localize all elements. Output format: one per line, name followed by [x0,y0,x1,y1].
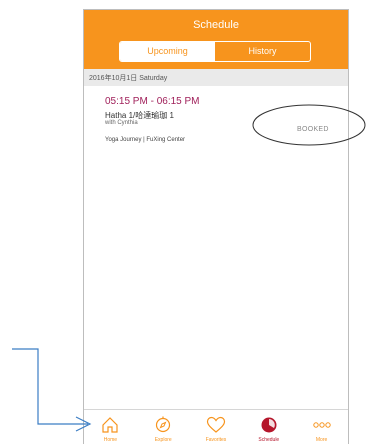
tab-schedule[interactable]: Schedule [242,410,295,444]
class-list-item[interactable]: 05:15 PM - 06:15 PM Hatha 1/哈達瑜珈 1 with … [84,86,348,152]
page-title: Schedule [193,19,239,31]
tab-favorites-label: Favorites [205,437,227,443]
status-badge: BOOKED [297,126,329,133]
tab-more[interactable]: More [295,410,348,444]
tab-upcoming[interactable]: Upcoming [120,42,215,61]
class-instructor: with Cynthia [105,120,138,126]
bottom-tab-bar: Home Explore Favorites Schedule More [84,409,348,444]
heart-icon [206,416,226,433]
compass-icon [156,416,171,433]
tab-more-label: More [315,437,328,443]
class-location: Yoga Journey | FuXing Center [105,137,186,143]
tab-home-label: Home [103,437,118,443]
tab-explore[interactable]: Explore [137,410,190,444]
schedule-icon [261,417,277,433]
tab-history[interactable]: History [215,42,310,61]
tab-favorites[interactable]: Favorites [190,410,243,444]
annotation-arrow-line [12,348,88,425]
tab-schedule-label: Schedule [258,437,280,443]
class-time: 05:15 PM - 06:15 PM [105,96,200,107]
date-header: 2016年10月1日 Saturday [84,69,348,86]
segmented-control: Upcoming History [119,41,311,62]
home-icon [102,417,118,433]
date-header-text: 2016年10月1日 Saturday [89,75,168,82]
app-header: Schedule Upcoming History [84,10,348,69]
more-icon [312,422,331,428]
tab-explore-label: Explore [154,437,172,443]
tab-home[interactable]: Home [84,410,137,444]
phone-screen: Schedule Upcoming History 2016年10月1日 Sat… [83,9,349,444]
